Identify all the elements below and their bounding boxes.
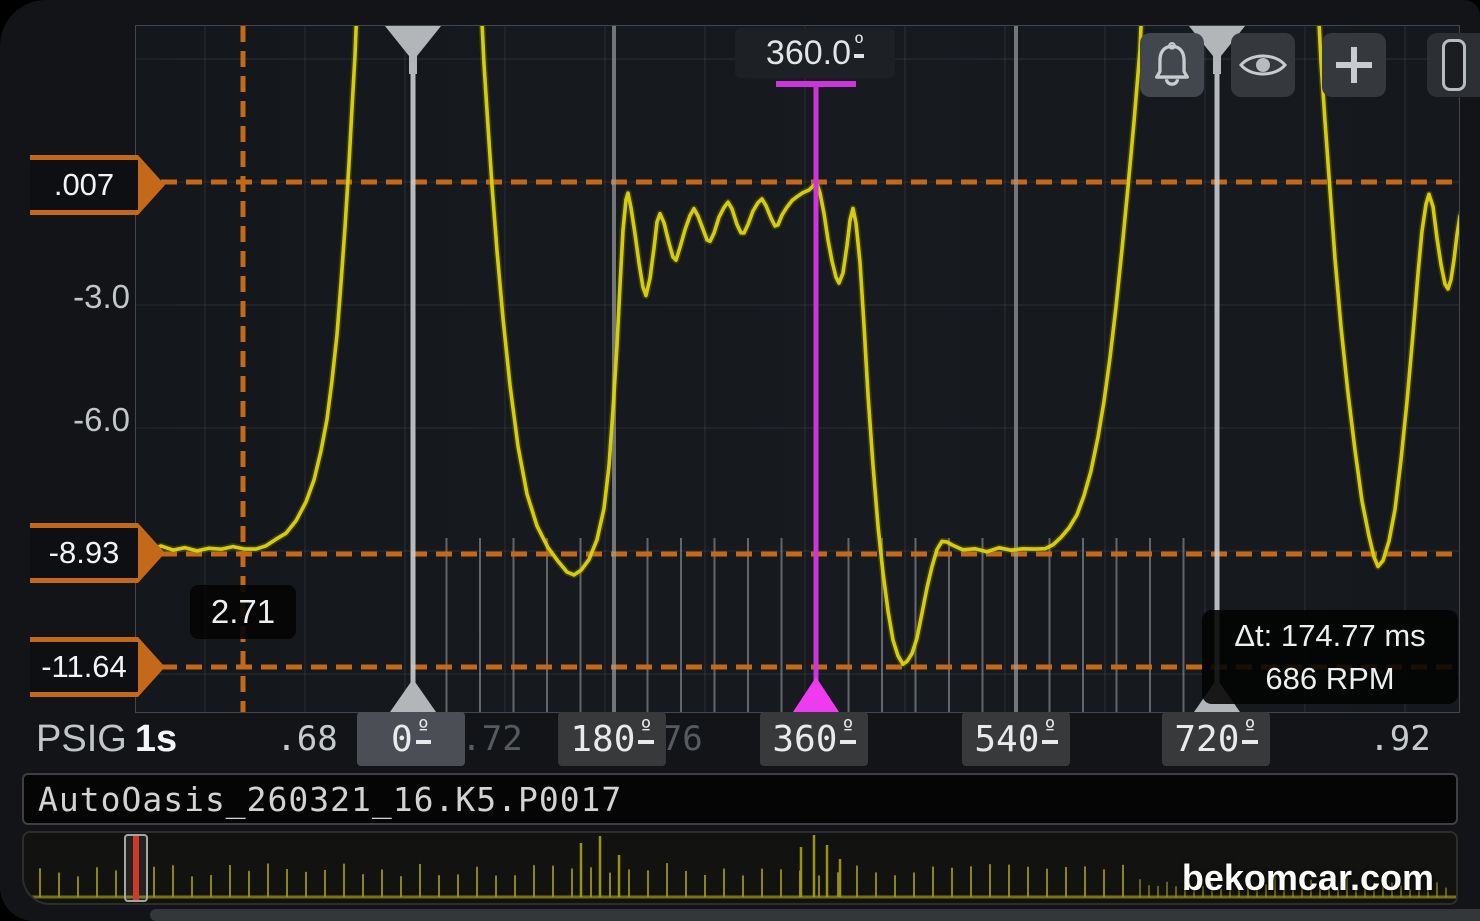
degree-cursor-label-180[interactable]: 180º bbox=[558, 712, 666, 766]
plus-icon bbox=[1332, 43, 1376, 87]
degree-ordinal: º bbox=[1042, 718, 1057, 744]
degree-value: 360 bbox=[772, 719, 837, 760]
timebase-label: 1s bbox=[135, 718, 177, 761]
y-cursor-tag-1[interactable]: -8.93 bbox=[30, 523, 138, 583]
add-button[interactable] bbox=[1322, 33, 1386, 97]
alarm-button[interactable] bbox=[1140, 33, 1204, 97]
panel-handle-icon bbox=[1442, 39, 1466, 91]
y-axis-unit: PSIG bbox=[36, 718, 127, 761]
degree-ordinal: º bbox=[416, 718, 431, 744]
y-cursor-arrow-icon bbox=[138, 637, 165, 697]
y-cursor-tag-value: .007 bbox=[54, 167, 114, 203]
side-panel-button[interactable] bbox=[1427, 33, 1480, 97]
eye-icon bbox=[1239, 48, 1287, 82]
visibility-button[interactable] bbox=[1231, 33, 1295, 97]
delta-pressure-readout: 2.71 bbox=[190, 585, 296, 639]
rpm-value: 686 RPM bbox=[1265, 657, 1394, 700]
degree-cursor-label-540[interactable]: 540º bbox=[962, 712, 1070, 766]
degree-value: 540 bbox=[974, 719, 1039, 760]
crank-cursor-label[interactable]: 360.0 º bbox=[735, 28, 895, 78]
y-cursor-tag-0[interactable]: .007 bbox=[30, 155, 138, 215]
bottom-bezel-bar bbox=[150, 909, 1480, 921]
cursor-360deg-bottom-handle[interactable] bbox=[793, 677, 839, 712]
time-axis-label: .72 bbox=[461, 712, 522, 766]
y-cursor-tag-value: -11.64 bbox=[41, 649, 127, 685]
watermark: bekomcar.com bbox=[1182, 857, 1434, 899]
degree-ordinal: º bbox=[638, 718, 653, 744]
y-cursor-arrow-icon bbox=[138, 155, 165, 215]
degree-cursor-label-0[interactable]: 0º bbox=[357, 712, 465, 766]
degree-ordinal: º bbox=[1242, 718, 1257, 744]
degree-cursor-label-720[interactable]: 720º bbox=[1162, 712, 1270, 766]
minimap-position-marker[interactable] bbox=[133, 836, 139, 900]
cursor-0deg-bottom-handle[interactable] bbox=[390, 679, 436, 712]
crank-cursor-value: 360.0 bbox=[766, 34, 851, 73]
time-axis-label: .92 bbox=[1369, 712, 1430, 766]
degree-value: 0 bbox=[391, 719, 413, 760]
delta-pressure-value: 2.71 bbox=[211, 593, 275, 631]
cursor-0deg-top-handle[interactable] bbox=[385, 26, 441, 74]
delta-time-value: Δt: 174.77 ms bbox=[1234, 614, 1425, 657]
recording-overview-strip[interactable]: bekomcar.com bbox=[22, 831, 1458, 905]
degree-ordinal: º bbox=[854, 32, 864, 58]
bell-icon bbox=[1152, 42, 1192, 88]
recording-file-name: AutoOasis_260321_16.K5.P0017 bbox=[38, 780, 622, 819]
delta-time-readout: Δt: 174.77 ms 686 RPM bbox=[1202, 610, 1458, 704]
degree-ordinal: º bbox=[840, 718, 855, 744]
y-scale-label: -3.0 bbox=[26, 278, 130, 316]
recording-file-bar[interactable]: AutoOasis_260321_16.K5.P0017 bbox=[22, 773, 1458, 825]
degree-cursor-label-360[interactable]: 360º bbox=[760, 712, 868, 766]
y-cursor-tag-value: -8.93 bbox=[49, 535, 120, 571]
degree-value: 180 bbox=[570, 719, 635, 760]
y-cursor-tag-2[interactable]: -11.64 bbox=[30, 637, 138, 697]
y-scale-label: -6.0 bbox=[26, 401, 130, 439]
axis-unit-row: PSIG 1s bbox=[36, 712, 177, 766]
y-cursor-arrow-icon bbox=[138, 523, 165, 583]
time-axis-label: .68 bbox=[276, 712, 337, 766]
scope-app: .007-8.93-11.64-3.0-6.0 PSIG 1s .68.72.7… bbox=[0, 0, 1480, 921]
pressure-trace bbox=[138, 26, 1459, 664]
degree-value: 720 bbox=[1174, 719, 1239, 760]
